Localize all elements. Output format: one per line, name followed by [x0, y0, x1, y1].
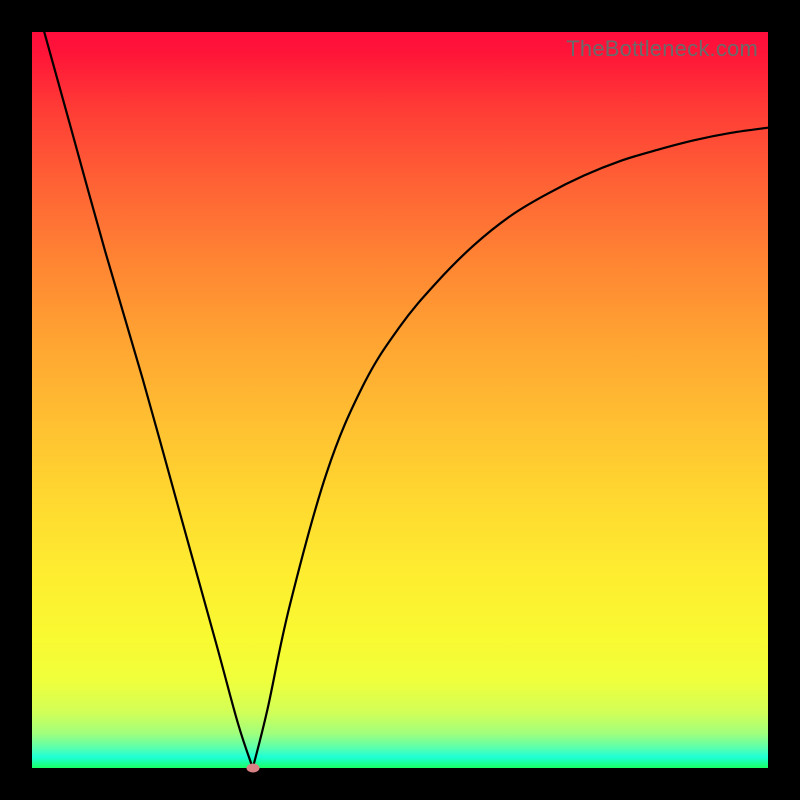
bottleneck-curve — [32, 32, 768, 768]
plot-area: TheBottleneck.com — [32, 32, 768, 768]
chart-frame: TheBottleneck.com — [0, 0, 800, 800]
minimum-marker — [246, 764, 259, 773]
